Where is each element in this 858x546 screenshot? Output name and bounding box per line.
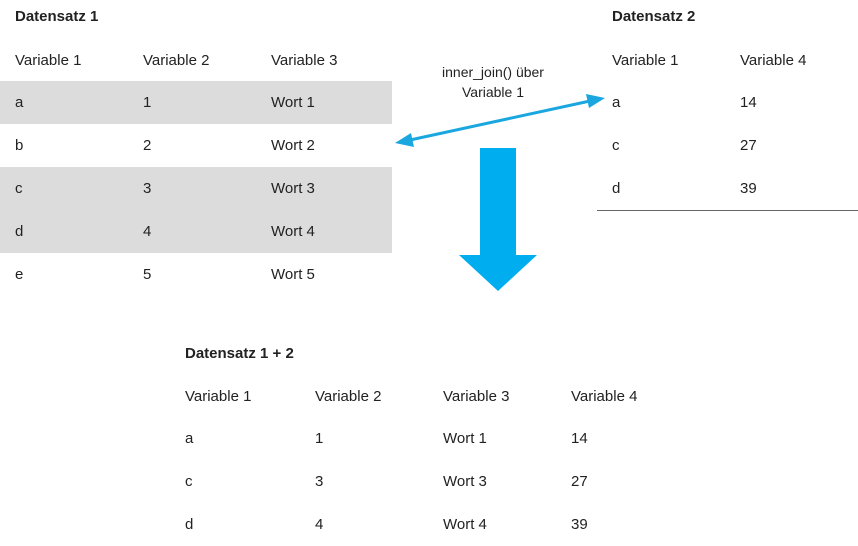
result-down-arrow	[459, 148, 537, 291]
diagram-arrows	[395, 94, 605, 291]
join-arrow-head-left	[395, 133, 414, 147]
join-arrow-line	[409, 99, 591, 142]
join-arrow-head-right	[586, 94, 605, 108]
join-arrow	[395, 94, 605, 147]
